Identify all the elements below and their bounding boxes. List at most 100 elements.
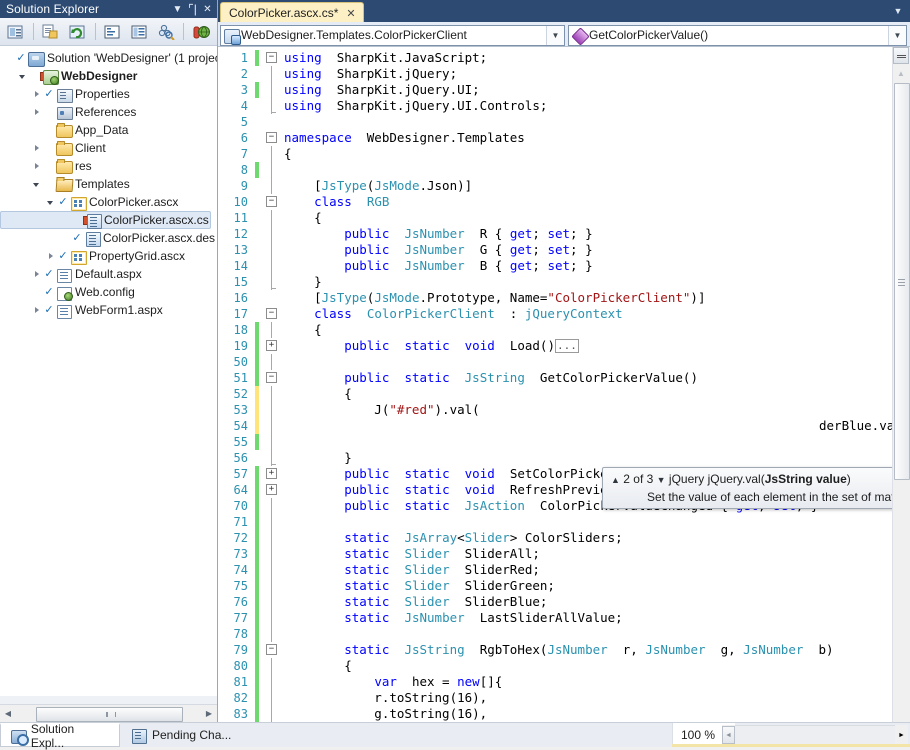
tree-item-references[interactable]: References — [0, 103, 217, 121]
scroll-right-icon[interactable]: ▶ — [201, 706, 217, 721]
code-line[interactable]: class RGB — [284, 194, 389, 210]
code-line[interactable]: { — [284, 146, 292, 162]
code-line[interactable]: public static void Load()... — [284, 338, 579, 354]
code-text-area[interactable]: using SharpKit.JavaScript; using SharpKit… — [278, 47, 910, 722]
view-class-diagram-button[interactable] — [153, 19, 179, 44]
code-line[interactable]: J("#red").val( — [284, 402, 479, 418]
code-line[interactable]: { — [284, 386, 352, 402]
tree-expander-icon[interactable] — [32, 107, 43, 118]
code-line[interactable]: g.toString(16), — [284, 706, 487, 722]
code-line[interactable]: { — [284, 658, 352, 674]
code-line[interactable]: [JsType(JsMode.Json)] — [284, 178, 472, 194]
vertical-scroll-thumb[interactable] — [894, 83, 910, 480]
outlining-collapse-icon[interactable]: − — [266, 372, 277, 383]
tree-item-res[interactable]: res — [0, 157, 217, 175]
code-line[interactable]: public JsNumber G { get; set; } — [284, 242, 592, 258]
code-line[interactable]: public static void RefreshPreview()... — [284, 482, 655, 498]
collapsed-region-ellipsis[interactable]: ... — [554, 339, 579, 353]
overload-up-icon[interactable]: ▲ — [611, 475, 620, 485]
code-line[interactable]: [JsType(JsMode.Prototype, Name="ColorPic… — [284, 290, 705, 306]
code-line[interactable]: class ColorPickerClient : jQueryContext — [284, 306, 623, 322]
code-line[interactable]: { — [284, 322, 322, 338]
code-line[interactable]: using SharpKit.JavaScript; — [284, 50, 487, 66]
code-line[interactable]: static Slider SliderAll; — [284, 546, 540, 562]
outlining-collapse-icon[interactable]: − — [266, 132, 277, 143]
tree-expander-icon[interactable] — [32, 305, 43, 316]
code-line[interactable]: using SharpKit.jQuery; — [284, 66, 457, 82]
hscroll-track[interactable] — [16, 706, 201, 722]
outlining-expand-icon[interactable]: + — [266, 468, 277, 479]
outlining-margin[interactable]: − − − − + − + + − — [264, 47, 278, 722]
tree-expander-icon[interactable] — [32, 161, 43, 172]
code-line[interactable]: static Slider SliderRed; — [284, 562, 540, 578]
code-line[interactable]: static Slider SliderBlue; — [284, 594, 547, 610]
panel-pin-icon[interactable]: ⌜| — [185, 2, 200, 16]
tree-item-colorpicker-ascx-cs[interactable]: ColorPicker.ascx.cs — [0, 211, 211, 229]
solution-tree[interactable]: ✓ Solution 'WebDesigner' (1 project) WebDe… — [0, 46, 217, 696]
code-line[interactable]: } — [284, 274, 322, 290]
tree-item-client[interactable]: Client — [0, 139, 217, 157]
code-line[interactable]: var hex = new[]{ — [284, 674, 502, 690]
scroll-right-icon[interactable]: ► — [895, 726, 908, 744]
tree-item-colorpicker-ascx-des[interactable]: ✓ ColorPicker.ascx.des — [0, 229, 217, 247]
solution-explorer-hscrollbar[interactable]: ◀ ▶ — [0, 704, 217, 722]
split-view-icon[interactable] — [893, 47, 909, 64]
tree-expander-icon[interactable] — [32, 143, 43, 154]
bottom-tab-pending-changes[interactable]: Pending Cha... — [122, 723, 258, 747]
refresh-button[interactable] — [65, 19, 91, 44]
outlining-collapse-icon[interactable]: − — [266, 644, 277, 655]
hscroll-track[interactable] — [735, 725, 895, 745]
code-line[interactable]: static Slider SliderGreen; — [284, 578, 555, 594]
outlining-expand-icon[interactable]: + — [266, 340, 277, 351]
tree-expander-icon[interactable] — [32, 269, 43, 280]
code-line[interactable]: using SharpKit.jQuery.UI.Controls; — [284, 98, 547, 114]
tree-expander-icon[interactable] — [32, 89, 43, 100]
editor-horizontal-scrollbar[interactable]: ◄ ► — [722, 725, 908, 745]
outlining-expand-icon[interactable]: + — [266, 484, 277, 495]
view-designer-button[interactable] — [126, 19, 152, 44]
outlining-collapse-icon[interactable]: − — [266, 308, 277, 319]
tab-overflow-icon[interactable]: ▼ — [891, 4, 905, 18]
code-editor[interactable]: 1 2 3 4 5 6 7 8 9 10 11 12 13 14 15 16 17 18 19 50 51 52 53 54 5… — [218, 47, 910, 722]
code-line[interactable]: public JsNumber B { get; set; } — [284, 258, 592, 274]
panel-close-icon[interactable]: ✕ — [200, 2, 215, 16]
scroll-up-icon[interactable]: ▲ — [893, 65, 909, 81]
code-line[interactable]: using SharpKit.jQuery.UI; — [284, 82, 480, 98]
tree-item-propertygrid-ascx[interactable]: ✓ PropertyGrid.ascx — [0, 247, 217, 265]
code-line[interactable]: static JsNumber LastSliderAllValue; — [284, 610, 622, 626]
code-line[interactable]: public static JsString GetColorPickerVal… — [284, 370, 698, 386]
scroll-left-icon[interactable]: ◀ — [0, 706, 16, 721]
hscroll-thumb[interactable] — [36, 707, 183, 722]
editor-vertical-scrollbar[interactable]: ▲ — [892, 47, 910, 722]
code-line[interactable]: { — [284, 210, 322, 226]
chevron-down-icon[interactable]: ▼ — [888, 25, 906, 45]
tree-item-templates[interactable]: Templates — [0, 175, 217, 193]
tab-close-icon[interactable]: ✕ — [344, 7, 357, 20]
overload-down-icon[interactable]: ▼ — [657, 475, 666, 485]
outlining-collapse-icon[interactable]: − — [266, 52, 277, 63]
editor-surface[interactable]: 1 2 3 4 5 6 7 8 9 10 11 12 13 14 15 16 17 18 19 50 51 52 53 54 5… — [218, 47, 910, 722]
tree-item-web-config[interactable]: ✓ Web.config — [0, 283, 217, 301]
code-line[interactable]: namespace WebDesigner.Templates — [284, 130, 525, 146]
bottom-tab-solution-explorer[interactable]: Solution Expl... — [0, 722, 120, 750]
tree-expander-icon[interactable] — [46, 251, 57, 262]
member-dropdown[interactable]: GetColorPickerValue() ▼ — [568, 24, 907, 46]
tree-item-colorpicker-ascx[interactable]: ✓ ColorPicker.ascx — [0, 193, 217, 211]
scroll-left-icon[interactable]: ◄ — [722, 726, 735, 744]
tree-expander-icon[interactable] — [46, 197, 57, 208]
tree-item-solution-webdesigner-1-project[interactable]: ✓ Solution 'WebDesigner' (1 project) — [0, 49, 217, 67]
tree-item-default-aspx[interactable]: ✓ Default.aspx — [0, 265, 217, 283]
code-line[interactable]: static JsArray<Slider> ColorSliders; — [284, 530, 622, 546]
tree-expander-icon[interactable] — [32, 179, 43, 190]
type-dropdown[interactable]: WebDesigner.Templates.ColorPickerClient … — [220, 24, 565, 46]
view-code-button[interactable] — [100, 19, 126, 44]
tree-item-webdesigner[interactable]: WebDesigner — [0, 67, 217, 85]
code-line[interactable]: } — [284, 450, 352, 466]
document-tab-colorpicker-cs[interactable]: ColorPicker.ascx.cs* ✕ — [220, 2, 364, 23]
chevron-down-icon[interactable]: ▼ — [546, 25, 564, 45]
outlining-collapse-icon[interactable]: − — [266, 196, 277, 207]
tree-expander-icon[interactable] — [18, 71, 29, 82]
properties-window-button[interactable] — [3, 19, 29, 44]
show-all-files-button[interactable] — [38, 19, 64, 44]
tree-item-webform1-aspx[interactable]: ✓ WebForm1.aspx — [0, 301, 217, 319]
